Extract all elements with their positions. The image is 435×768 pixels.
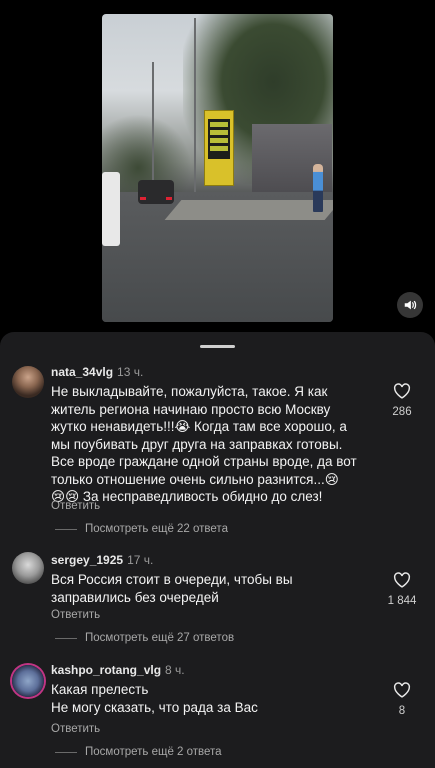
comment-text: Не выкладывайте, пожалуйста, такое. Я ка… bbox=[51, 384, 357, 504]
like-button[interactable]: 8 bbox=[384, 682, 420, 717]
divider-line bbox=[55, 637, 77, 639]
like-count: 286 bbox=[392, 406, 412, 418]
avatar[interactable] bbox=[12, 665, 44, 697]
view-more-replies-label: Посмотреть ещё 27 ответов bbox=[85, 632, 235, 644]
comment-username[interactable]: sergey_1925 bbox=[51, 553, 123, 567]
view-more-replies-label: Посмотреть ещё 22 ответа bbox=[85, 523, 228, 535]
comment-meta: kashpo_rotang_vlg 8 ч. bbox=[51, 663, 185, 677]
reply-button[interactable]: Ответить bbox=[51, 500, 100, 512]
sound-toggle-button[interactable] bbox=[397, 292, 423, 318]
video-pole bbox=[194, 18, 196, 202]
like-count: 8 bbox=[398, 705, 406, 717]
comment-text: Вся Россия стоит в очереди, чтобы вы зап… bbox=[51, 572, 293, 605]
comment-time: 8 ч. bbox=[165, 663, 185, 677]
heart-icon bbox=[393, 572, 411, 588]
video-car-dark bbox=[138, 180, 174, 204]
video-car-white bbox=[102, 172, 120, 246]
comments-sheet: nata_34vlg 13 ч. Не выкладывайте, пожалуй… bbox=[0, 332, 435, 768]
speaker-icon bbox=[404, 300, 417, 310]
divider-line bbox=[55, 528, 77, 530]
like-button[interactable]: 286 bbox=[384, 383, 420, 418]
comment-meta: nata_34vlg 13 ч. bbox=[51, 365, 143, 379]
comment-username[interactable]: nata_34vlg bbox=[51, 365, 113, 379]
reply-button[interactable]: Ответить bbox=[51, 723, 100, 735]
video-area bbox=[0, 0, 435, 332]
comment-text: Какая прелесть Не могу сказать, что рада… bbox=[51, 682, 258, 715]
heart-icon bbox=[393, 682, 411, 698]
view-more-replies[interactable]: Посмотреть ещё 2 ответа bbox=[55, 746, 222, 758]
heart-icon bbox=[393, 383, 411, 399]
reply-button[interactable]: Ответить bbox=[51, 609, 100, 621]
video-price-sign bbox=[204, 110, 234, 186]
avatar[interactable] bbox=[12, 552, 44, 584]
video-person bbox=[313, 164, 323, 212]
comment-time: 13 ч. bbox=[117, 365, 144, 379]
comment-username[interactable]: kashpo_rotang_vlg bbox=[51, 663, 161, 677]
video-player[interactable] bbox=[102, 14, 333, 322]
view-more-replies-label: Посмотреть ещё 2 ответа bbox=[85, 746, 222, 758]
comment-time: 17 ч. bbox=[127, 553, 154, 567]
avatar[interactable] bbox=[12, 366, 44, 398]
comment-meta: sergey_1925 17 ч. bbox=[51, 553, 153, 567]
like-count: 1 844 bbox=[387, 595, 417, 607]
view-more-replies[interactable]: Посмотреть ещё 22 ответа bbox=[55, 523, 228, 535]
video-sidewalk bbox=[164, 200, 333, 220]
view-more-replies[interactable]: Посмотреть ещё 27 ответов bbox=[55, 632, 234, 644]
divider-line bbox=[55, 751, 77, 753]
like-button[interactable]: 1 844 bbox=[384, 572, 420, 607]
sheet-drag-handle[interactable] bbox=[200, 345, 235, 348]
